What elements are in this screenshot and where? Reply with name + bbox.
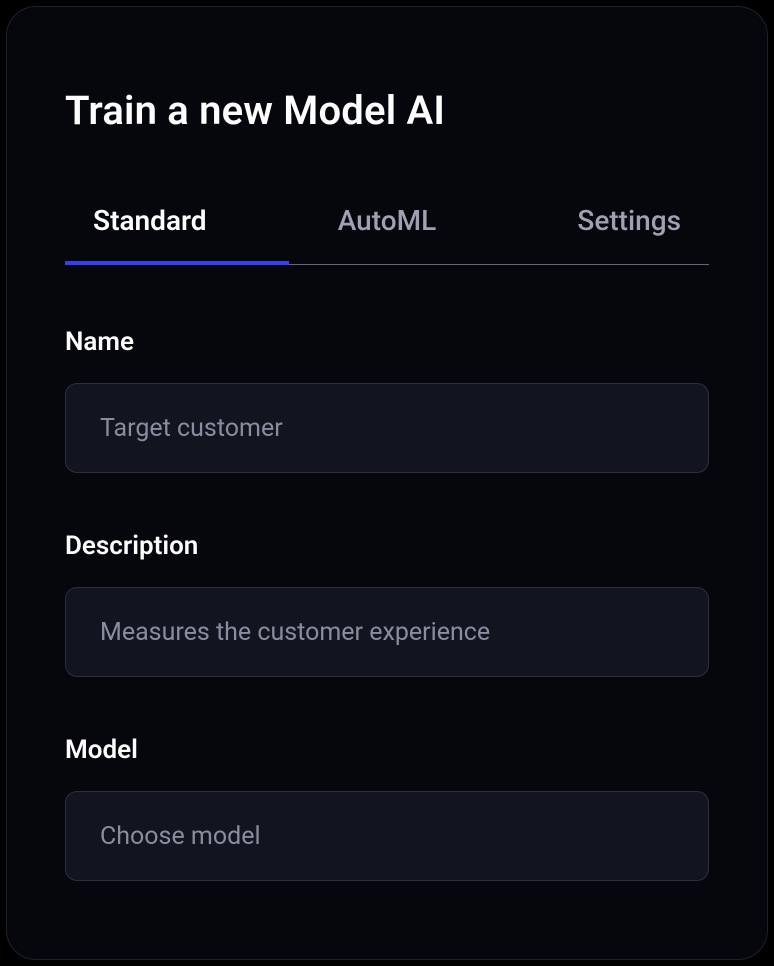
field-group-description: Description — [65, 531, 709, 677]
name-input[interactable] — [65, 383, 709, 473]
train-model-panel: Train a new Model AI Standard AutoML Set… — [6, 6, 768, 960]
form: Name Description Model Choose model — [65, 327, 709, 881]
description-input[interactable] — [65, 587, 709, 677]
name-label: Name — [65, 327, 709, 357]
model-select[interactable]: Choose model — [65, 791, 709, 881]
model-label: Model — [65, 735, 709, 765]
description-label: Description — [65, 531, 709, 561]
field-group-name: Name — [65, 327, 709, 473]
field-group-model: Model Choose model — [65, 735, 709, 881]
tab-automl[interactable]: AutoML — [289, 204, 485, 265]
tab-standard[interactable]: Standard — [65, 204, 289, 265]
tabs: Standard AutoML Settings — [65, 204, 709, 265]
tab-settings[interactable]: Settings — [485, 204, 709, 265]
page-title: Train a new Model AI — [65, 87, 709, 134]
